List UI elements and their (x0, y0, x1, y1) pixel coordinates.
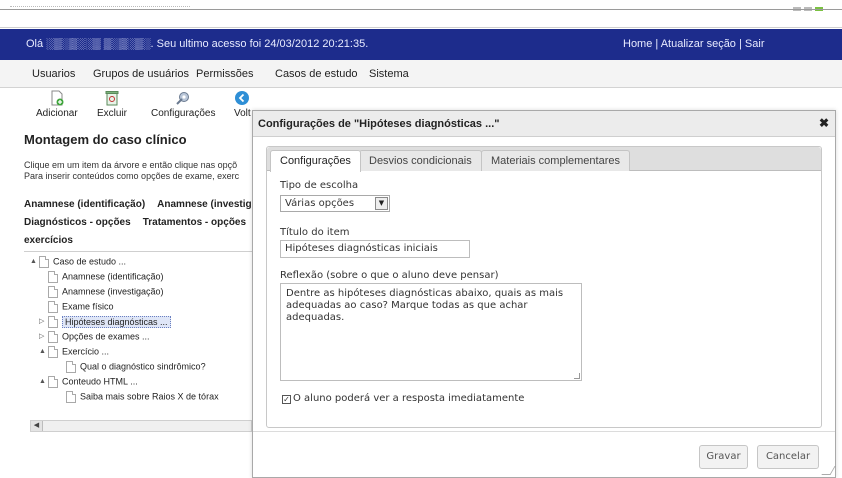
reflection-textarea[interactable]: Dentre as hipóteses diagnósticas abaixo,… (280, 283, 582, 381)
dialog-resize-icon[interactable] (821, 466, 836, 475)
settings-tabs: Configurações Desvios condicionais Mater… (266, 146, 822, 428)
menu-user-groups[interactable]: Grupos de usuários (93, 68, 189, 80)
document-icon (48, 375, 58, 388)
item-settings-dialog: Configurações de "Hipóteses diagnósticas… (252, 110, 836, 478)
menu-system[interactable]: Sistema (369, 68, 409, 80)
case-builder-pane: Montagem do caso clínico Clique em um it… (0, 124, 252, 478)
category-exercises[interactable]: exercícios (24, 235, 73, 246)
add-button[interactable]: Adicionar (36, 90, 78, 119)
tab-settings[interactable]: Configurações (270, 150, 361, 172)
back-arrow-icon (235, 91, 250, 105)
back-button-label: Volt (234, 108, 251, 119)
tab-bar: Configurações Desvios condicionais Mater… (267, 147, 821, 172)
delete-button-label: Excluir (97, 108, 128, 119)
category-links: Anamnese (identificação) Anamnese (invest… (24, 196, 252, 250)
window-controls (790, 2, 830, 11)
menu-permissions[interactable]: Permissões (196, 68, 253, 80)
instructions: Clique em um item da árvore e então cliq… (24, 160, 239, 182)
tree-toggle-icon[interactable]: ▲ (30, 255, 39, 269)
item-title-input[interactable]: Hipóteses diagnósticas iniciais (280, 240, 470, 258)
tab-conditional-deviations[interactable]: Desvios condicionais (359, 150, 482, 171)
category-treatments-options[interactable]: Tratamentos - opções (143, 217, 246, 228)
tree-node[interactable]: ▷ Opções de exames ... (39, 329, 150, 343)
section-divider (24, 251, 252, 252)
resize-grip-icon[interactable] (574, 373, 580, 379)
document-icon (48, 300, 58, 313)
delete-button[interactable]: Excluir (97, 90, 127, 119)
choice-type-value: Várias opções (285, 198, 355, 209)
tree-node[interactable]: ▲ Conteudo HTML ... (39, 374, 138, 388)
top-divider (0, 9, 842, 10)
show-answer-checkbox-row[interactable]: ✓ O aluno poderá ver a resposta imediatam… (282, 393, 524, 405)
app-header: Olá ░▒░▒░░▒ ▒░▒░▒░. Seu ultimo acesso fo… (0, 29, 842, 60)
item-title-label: Título do item (280, 227, 350, 238)
welcome-message: Olá ░▒░▒░░▒ ▒░▒░▒░. Seu ultimo acesso fo… (26, 38, 369, 50)
save-button[interactable]: Gravar (699, 445, 748, 469)
instruction-line-1: Clique em um item da árvore e então cliq… (24, 160, 238, 170)
main-menu: Usuarios Grupos de usuários Permissões C… (0, 60, 842, 88)
document-icon (48, 330, 58, 343)
settings-icon (176, 92, 190, 105)
document-icon (66, 390, 76, 403)
settings-button-label: Configurações (151, 108, 216, 119)
back-button[interactable]: Volt (234, 90, 251, 119)
cancel-button[interactable]: Cancelar (757, 445, 819, 469)
tree-node[interactable]: ▲ Caso de estudo ... (30, 254, 126, 268)
document-icon (66, 360, 76, 373)
refresh-session-link[interactable]: Atualizar seção (661, 38, 736, 50)
menu-users[interactable]: Usuarios (32, 68, 75, 80)
logout-link[interactable]: Sair (745, 38, 765, 50)
category-anamnesis-investigation[interactable]: Anamnese (investig (157, 199, 251, 210)
tab-supplementary-materials[interactable]: Materiais complementares (481, 150, 630, 171)
window-top-strip (0, 0, 842, 28)
page-title: Montagem do caso clínico (24, 132, 187, 147)
tree-toggle-icon[interactable]: ▲ (39, 345, 48, 359)
add-document-icon (51, 90, 64, 106)
category-anamnesis-identification[interactable]: Anamnese (identificação) (24, 199, 145, 210)
tree-node-selected[interactable]: ▷ Hipóteses diagnósticas ... (39, 314, 171, 328)
scroll-left-icon[interactable]: ◀ (31, 421, 43, 431)
settings-button[interactable]: Configurações (151, 90, 215, 119)
instruction-line-2: Para inserir conteúdos como opções de ex… (24, 171, 240, 181)
tree-toggle-icon[interactable]: ▷ (39, 330, 48, 344)
tree-node[interactable]: Anamnese (identificação) (48, 269, 164, 283)
add-button-label: Adicionar (36, 108, 78, 119)
dialog-footer: Gravar Cancelar (253, 431, 836, 477)
document-icon (48, 285, 58, 298)
tree-toggle-icon[interactable]: ▷ (39, 315, 48, 329)
chevron-down-icon[interactable]: ▼ (375, 197, 388, 210)
category-diagnostics-options[interactable]: Diagnósticos - opções (24, 217, 131, 228)
show-answer-label: O aluno poderá ver a resposta imediatame… (293, 393, 525, 404)
tree-node[interactable]: Anamnese (investigação) (48, 284, 164, 298)
choice-type-label: Tipo de escolha (280, 180, 359, 191)
window-title-placeholder (10, 6, 190, 8)
document-icon (48, 345, 58, 358)
tree-node[interactable]: Exame físico (48, 299, 114, 313)
document-icon (39, 255, 49, 268)
trash-icon (105, 91, 119, 106)
dialog-title: Configurações de "Hipóteses diagnósticas… (258, 118, 500, 130)
reflection-label: Reflexão (sobre o que o aluno deve pensa… (280, 270, 499, 281)
tree-toggle-icon[interactable]: ▲ (39, 375, 48, 389)
header-links: Home | Atualizar seção | Sair (623, 38, 765, 50)
tree-node[interactable]: ▲ Exercício ... (39, 344, 109, 358)
tree-node[interactable]: Qual o diagnóstico sindrômico? (66, 359, 206, 373)
tree-horizontal-scrollbar[interactable]: ◀ (30, 420, 252, 432)
dialog-titlebar[interactable]: Configurações de "Hipóteses diagnósticas… (253, 111, 835, 137)
item-title-value: Hipóteses diagnósticas iniciais (285, 243, 438, 254)
tree-node[interactable]: Saiba mais sobre Raios X de tórax (66, 389, 219, 403)
home-link[interactable]: Home (623, 38, 652, 50)
reflection-value: Dentre as hipóteses diagnósticas abaixo,… (286, 288, 564, 323)
document-icon (48, 315, 58, 328)
choice-type-select[interactable]: Várias opções ▼ (280, 195, 390, 212)
close-icon[interactable]: ✖ (819, 116, 829, 130)
document-icon (48, 270, 58, 283)
menu-case-studies[interactable]: Casos de estudo (275, 68, 358, 80)
show-answer-checkbox[interactable]: ✓ (282, 395, 291, 404)
